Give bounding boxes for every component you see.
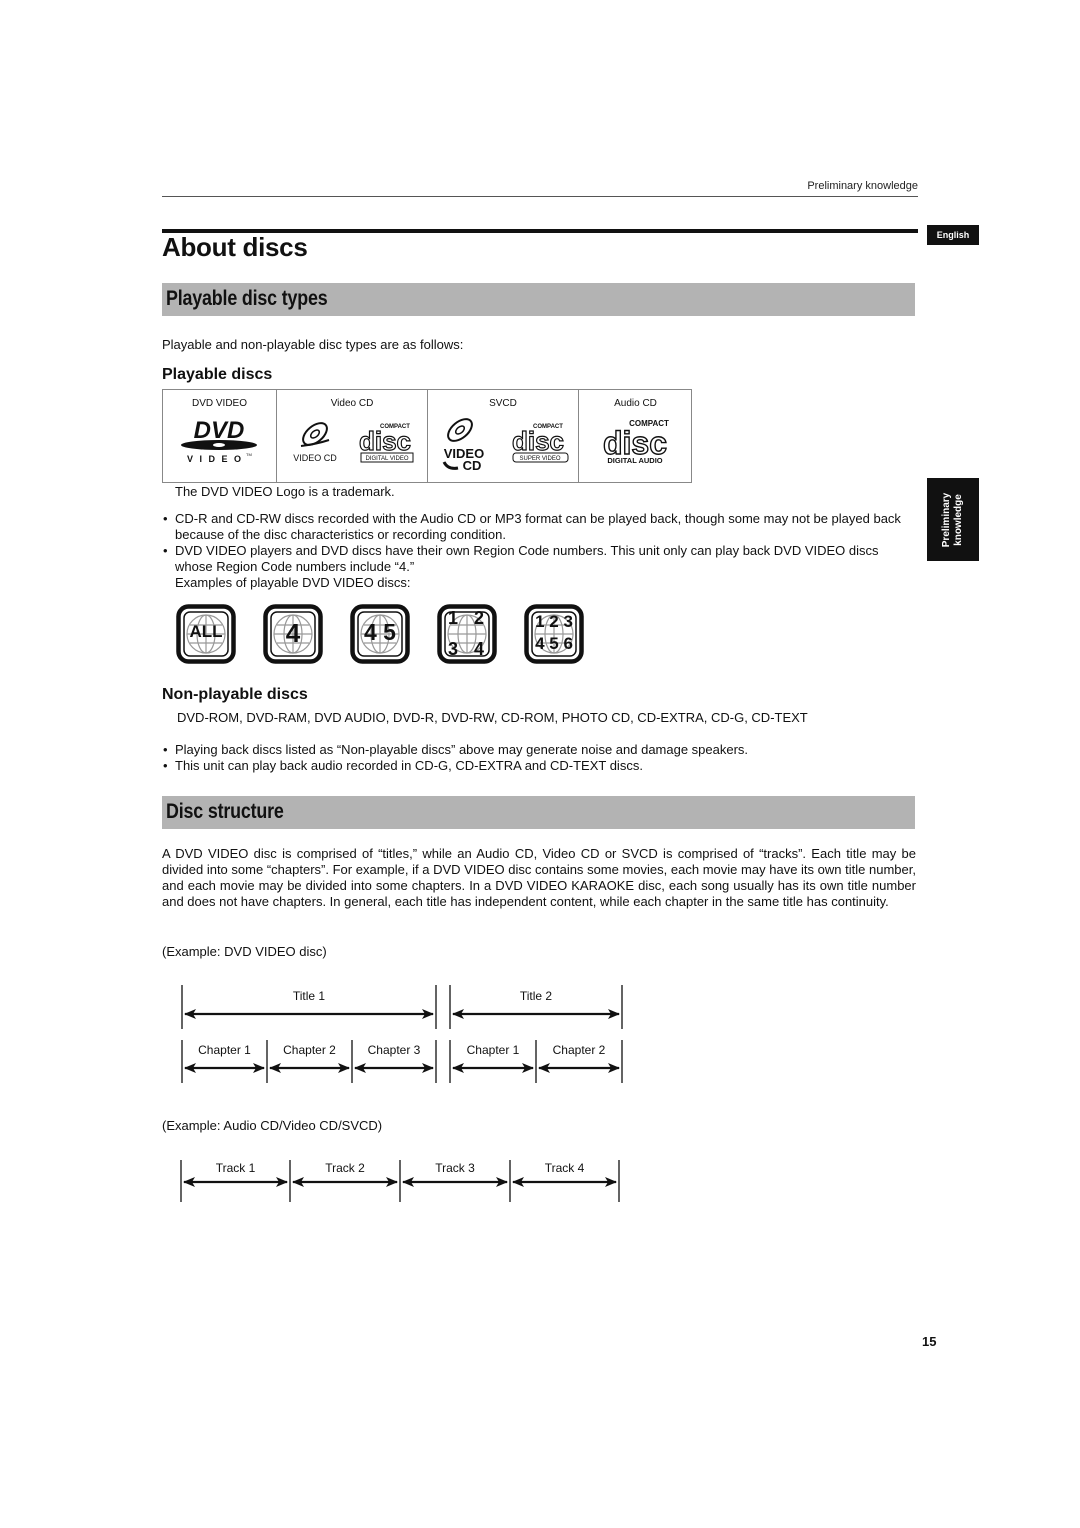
bullet-item: Playing back discs listed as “Non-playab… — [162, 742, 918, 758]
language-tab: English — [927, 225, 979, 245]
cd-track-diagram: Track 1 Track 2 Track 3 Track 4 — [176, 1158, 628, 1204]
chapter-label: Chapter 1 — [198, 1043, 251, 1057]
dvd-logo-video-text: V I D E O — [187, 454, 243, 464]
disc-cell-svcd: SVCD VIDEO CD COMPACT disc SUPER VIDEO — [428, 390, 579, 482]
region-code-all-icon: ALL — [176, 604, 236, 664]
trademark-note: The DVD VIDEO Logo is a trademark. — [175, 484, 395, 499]
region-code-1-to-6-icon: 1 2 3 4 5 6 — [524, 604, 584, 664]
track-label: Track 4 — [544, 1161, 585, 1175]
chapter-label: Chapter 2 — [552, 1043, 606, 1057]
bullet-item: DVD VIDEO players and DVD discs have the… — [162, 543, 918, 575]
dvd-structure-diagram: Title 1 Title 2 Chapter 1 Chapter 2 Chap… — [176, 985, 628, 1085]
region-code-1-2-3-4-icon: 1 2 3 4 — [437, 604, 497, 664]
tm-mark: TM — [246, 452, 252, 457]
bullet-item: CD-R and CD-RW discs recorded with the A… — [162, 511, 918, 543]
section-header-playable-disc-types: Playable disc types — [162, 283, 915, 316]
header-rule — [162, 196, 918, 197]
page-number: 15 — [922, 1334, 937, 1349]
playable-notes-list: CD-R and CD-RW discs recorded with the A… — [162, 511, 918, 591]
chapter-label: Chapter 3 — [367, 1043, 421, 1057]
disc-logo-table: DVD VIDEO DVD V I D E O TM Video CD VIDE… — [162, 389, 692, 483]
track-label: Track 2 — [325, 1161, 365, 1175]
track-label: Track 1 — [215, 1161, 256, 1175]
example-dvd-label: (Example: DVD VIDEO disc) — [162, 944, 327, 959]
examples-label: Examples of playable DVD VIDEO discs: — [175, 575, 411, 590]
disc-cell-video-cd: Video CD VIDEO CD COMPACT disc DIGITAL V… — [277, 390, 428, 482]
non-playable-notes-list: Playing back discs listed as “Non-playab… — [162, 742, 918, 774]
disc-structure-paragraph: A DVD VIDEO disc is comprised of “titles… — [162, 846, 916, 909]
title-label: Title 1 — [292, 989, 326, 1003]
video-cd-sub-label: VIDEO CD — [293, 453, 337, 463]
svg-text:DIGITAL AUDIO: DIGITAL AUDIO — [607, 456, 662, 465]
region-code-4-icon: 4 — [263, 604, 323, 664]
section-title: Playable disc types — [166, 287, 328, 310]
running-head: Preliminary knowledge — [807, 180, 918, 192]
svg-text:SUPER VIDEO: SUPER VIDEO — [519, 456, 560, 462]
compact-disc-digital-video-icon: COMPACT disc DIGITAL VIDEO — [358, 424, 414, 463]
track-label: Track 3 — [435, 1161, 475, 1175]
disc-cell-label: Video CD — [330, 398, 374, 409]
example-cd-label: (Example: Audio CD/Video CD/SVCD) — [162, 1118, 383, 1133]
page-title: About discs — [162, 232, 308, 262]
section-title: Disc structure — [166, 800, 284, 823]
svg-text:CD: CD — [463, 458, 482, 473]
non-playable-discs-heading: Non-playable discs — [162, 686, 308, 703]
playable-discs-heading: Playable discs — [162, 366, 273, 383]
section-intro: Playable and non-playable disc types are… — [162, 337, 464, 352]
section-header-disc-structure: Disc structure — [162, 796, 915, 829]
disc-cell-label: Audio CD — [614, 398, 657, 409]
video-cd-logo-icon: VIDEO CD — [442, 418, 484, 473]
side-tab-preliminary-knowledge: Preliminary knowledge — [927, 478, 979, 561]
video-cd-disc-icon — [300, 422, 330, 447]
side-tab-label: Preliminary knowledge — [941, 492, 964, 547]
non-playable-list: DVD-ROM, DVD-RAM, DVD AUDIO, DVD-R, DVD-… — [177, 710, 808, 725]
region-code-4-5-icon: 4 5 — [350, 604, 410, 664]
svg-text:disc: disc — [512, 426, 564, 456]
svg-text:DIGITAL VIDEO: DIGITAL VIDEO — [365, 456, 408, 462]
svg-text:disc: disc — [359, 426, 411, 456]
language-tab-label: English — [936, 230, 970, 240]
dvd-logo-text: DVD — [194, 417, 245, 444]
disc-cell-label: SVCD — [489, 398, 517, 409]
chapter-label: Chapter 2 — [283, 1043, 336, 1057]
chapter-label: Chapter 1 — [466, 1043, 520, 1057]
disc-cell-label: DVD VIDEO — [191, 398, 247, 409]
bullet-item: This unit can play back audio recorded i… — [162, 758, 918, 774]
title-label: Title 2 — [519, 989, 553, 1003]
region-code-examples: ALL 4 4 5 1 2 3 4 1 2 3 4 5 6 — [176, 604, 584, 664]
disc-cell-audio-cd: Audio CD COMPACT disc DIGITAL AUDIO — [579, 390, 692, 482]
compact-disc-super-video-icon: COMPACT disc SUPER VIDEO — [511, 424, 569, 463]
disc-cell-dvd-video: DVD VIDEO DVD V I D E O TM — [163, 390, 277, 482]
